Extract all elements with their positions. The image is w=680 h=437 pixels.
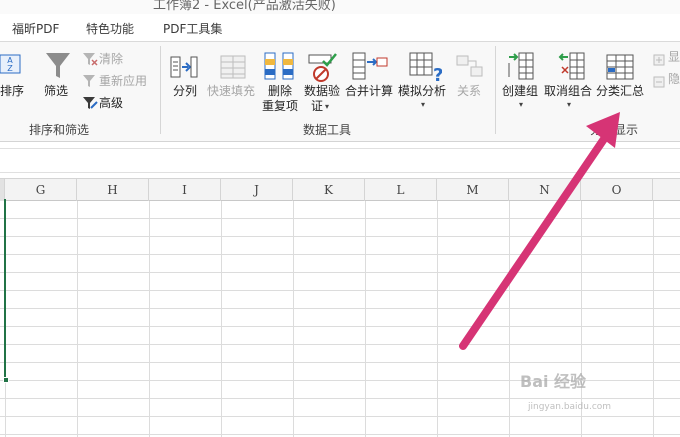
watermark-logo: Bai 经验 bbox=[520, 372, 587, 391]
watermark-url: jingyan.baidu.com bbox=[528, 402, 612, 412]
